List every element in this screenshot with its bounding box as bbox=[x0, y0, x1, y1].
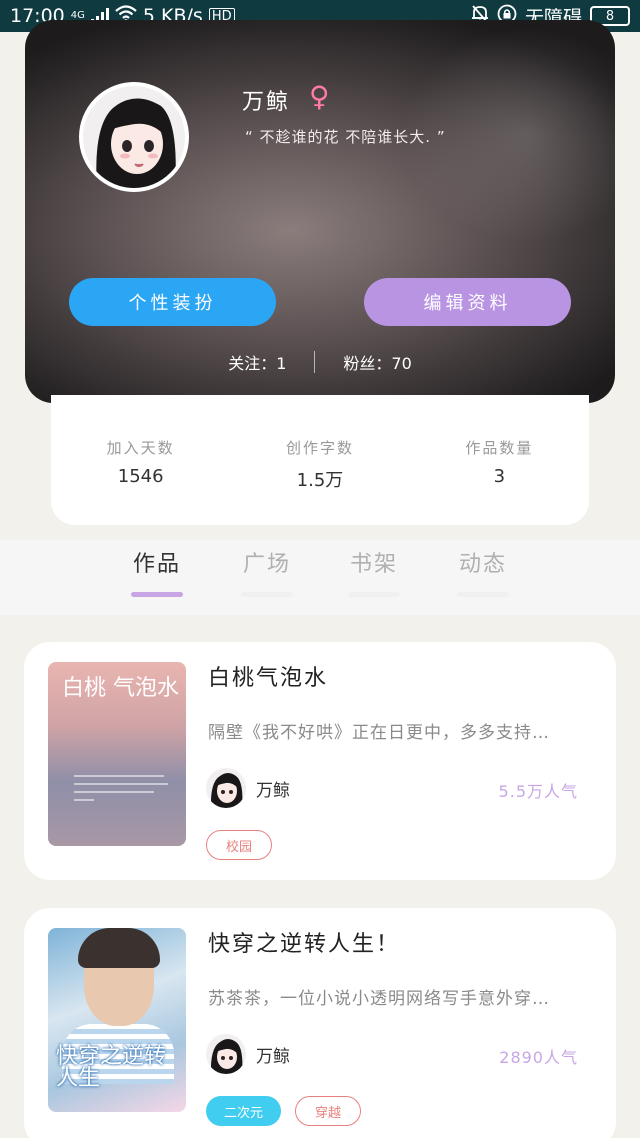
tag-list: 校园 bbox=[206, 830, 272, 860]
tab-indicator bbox=[131, 592, 183, 597]
edit-profile-button[interactable]: 编辑资料 bbox=[364, 278, 571, 326]
tab-label: 书架 bbox=[349, 552, 398, 577]
cover-blurb-decoration bbox=[74, 772, 170, 805]
book-card[interactable]: 白桃 气泡水 白桃气泡水 隔壁《我不好哄》正在日更中，多多支持… 万鲸 5.5万… bbox=[24, 642, 616, 880]
tab-square[interactable]: 广场 bbox=[227, 546, 307, 597]
avatar[interactable] bbox=[79, 82, 189, 192]
tab-indicator bbox=[457, 592, 509, 597]
followers-count[interactable]: 粉丝：70 bbox=[343, 350, 411, 374]
stat-work-count: 作品数量 3 bbox=[410, 437, 589, 525]
gender-female-icon: ♀ bbox=[309, 80, 330, 113]
author-row[interactable]: 万鲸 bbox=[206, 1034, 290, 1074]
tab-works[interactable]: 作品 bbox=[117, 546, 197, 597]
cover-illustration bbox=[78, 928, 160, 968]
stat-join-days: 加入天数 1546 bbox=[51, 437, 230, 525]
stat-value: 1.5万 bbox=[296, 470, 344, 491]
username: 万鲸 bbox=[242, 90, 291, 115]
stats-card: 加入天数 1546 创作字数 1.5万 作品数量 3 bbox=[51, 395, 589, 525]
author-avatar[interactable] bbox=[206, 768, 246, 808]
book-title[interactable]: 白桃气泡水 bbox=[208, 660, 328, 692]
tab-bar: 作品 广场 书架 动态 bbox=[0, 540, 640, 615]
stat-label: 创作字数 bbox=[285, 439, 354, 457]
tab-label: 广场 bbox=[242, 552, 291, 577]
tab-label: 作品 bbox=[132, 552, 181, 577]
book-description: 苏茶茶，一位小说小透明网络写手意外穿… bbox=[208, 989, 550, 1009]
stat-label: 加入天数 bbox=[106, 439, 175, 457]
profile-motto: “ 不趁谁的花 不陪谁长大. ” bbox=[245, 128, 446, 146]
tag[interactable]: 二次元 bbox=[206, 1096, 282, 1126]
book-title[interactable]: 快穿之逆转人生！ bbox=[208, 926, 400, 958]
tab-bookshelf[interactable]: 书架 bbox=[334, 546, 414, 597]
stat-label: 作品数量 bbox=[465, 439, 534, 457]
tag-list: 二次元 穿越 bbox=[206, 1096, 362, 1126]
book-cover[interactable]: 白桃 气泡水 bbox=[48, 662, 186, 846]
tab-indicator bbox=[348, 592, 400, 597]
popularity-count: 2890人气 bbox=[499, 1048, 578, 1067]
profile-header: 万鲸 ♀ “ 不趁谁的花 不陪谁长大. ” 个性装扮 编辑资料 关注：1 粉丝：… bbox=[25, 20, 615, 403]
dress-up-button[interactable]: 个性装扮 bbox=[69, 278, 276, 326]
book-card[interactable]: 快穿之逆转人生 快穿之逆转人生！ 苏茶茶，一位小说小透明网络写手意外穿… 万鲸 … bbox=[24, 908, 616, 1138]
tag[interactable]: 穿越 bbox=[295, 1096, 362, 1126]
author-name[interactable]: 万鲸 bbox=[256, 776, 290, 801]
popularity-count: 5.5万人气 bbox=[498, 782, 578, 801]
cover-title: 白桃 气泡水 bbox=[62, 676, 179, 701]
tab-activity[interactable]: 动态 bbox=[443, 546, 523, 597]
author-avatar[interactable] bbox=[206, 1034, 246, 1074]
book-description: 隔壁《我不好哄》正在日更中，多多支持… bbox=[208, 723, 550, 743]
tab-indicator bbox=[241, 592, 293, 597]
cover-title: 快穿之逆转人生 bbox=[56, 1044, 167, 1091]
tag[interactable]: 校园 bbox=[206, 830, 272, 860]
tab-label: 动态 bbox=[458, 552, 507, 577]
stat-value: 3 bbox=[493, 466, 506, 487]
divider bbox=[314, 351, 316, 373]
following-count[interactable]: 关注：1 bbox=[228, 350, 286, 374]
author-row[interactable]: 万鲸 bbox=[206, 768, 290, 808]
author-name[interactable]: 万鲸 bbox=[256, 1042, 290, 1067]
book-cover[interactable]: 快穿之逆转人生 bbox=[48, 928, 186, 1112]
stat-value: 1546 bbox=[117, 466, 164, 487]
follow-stats: 关注：1 粉丝：70 bbox=[25, 350, 615, 374]
stat-word-count: 创作字数 1.5万 bbox=[230, 437, 409, 525]
